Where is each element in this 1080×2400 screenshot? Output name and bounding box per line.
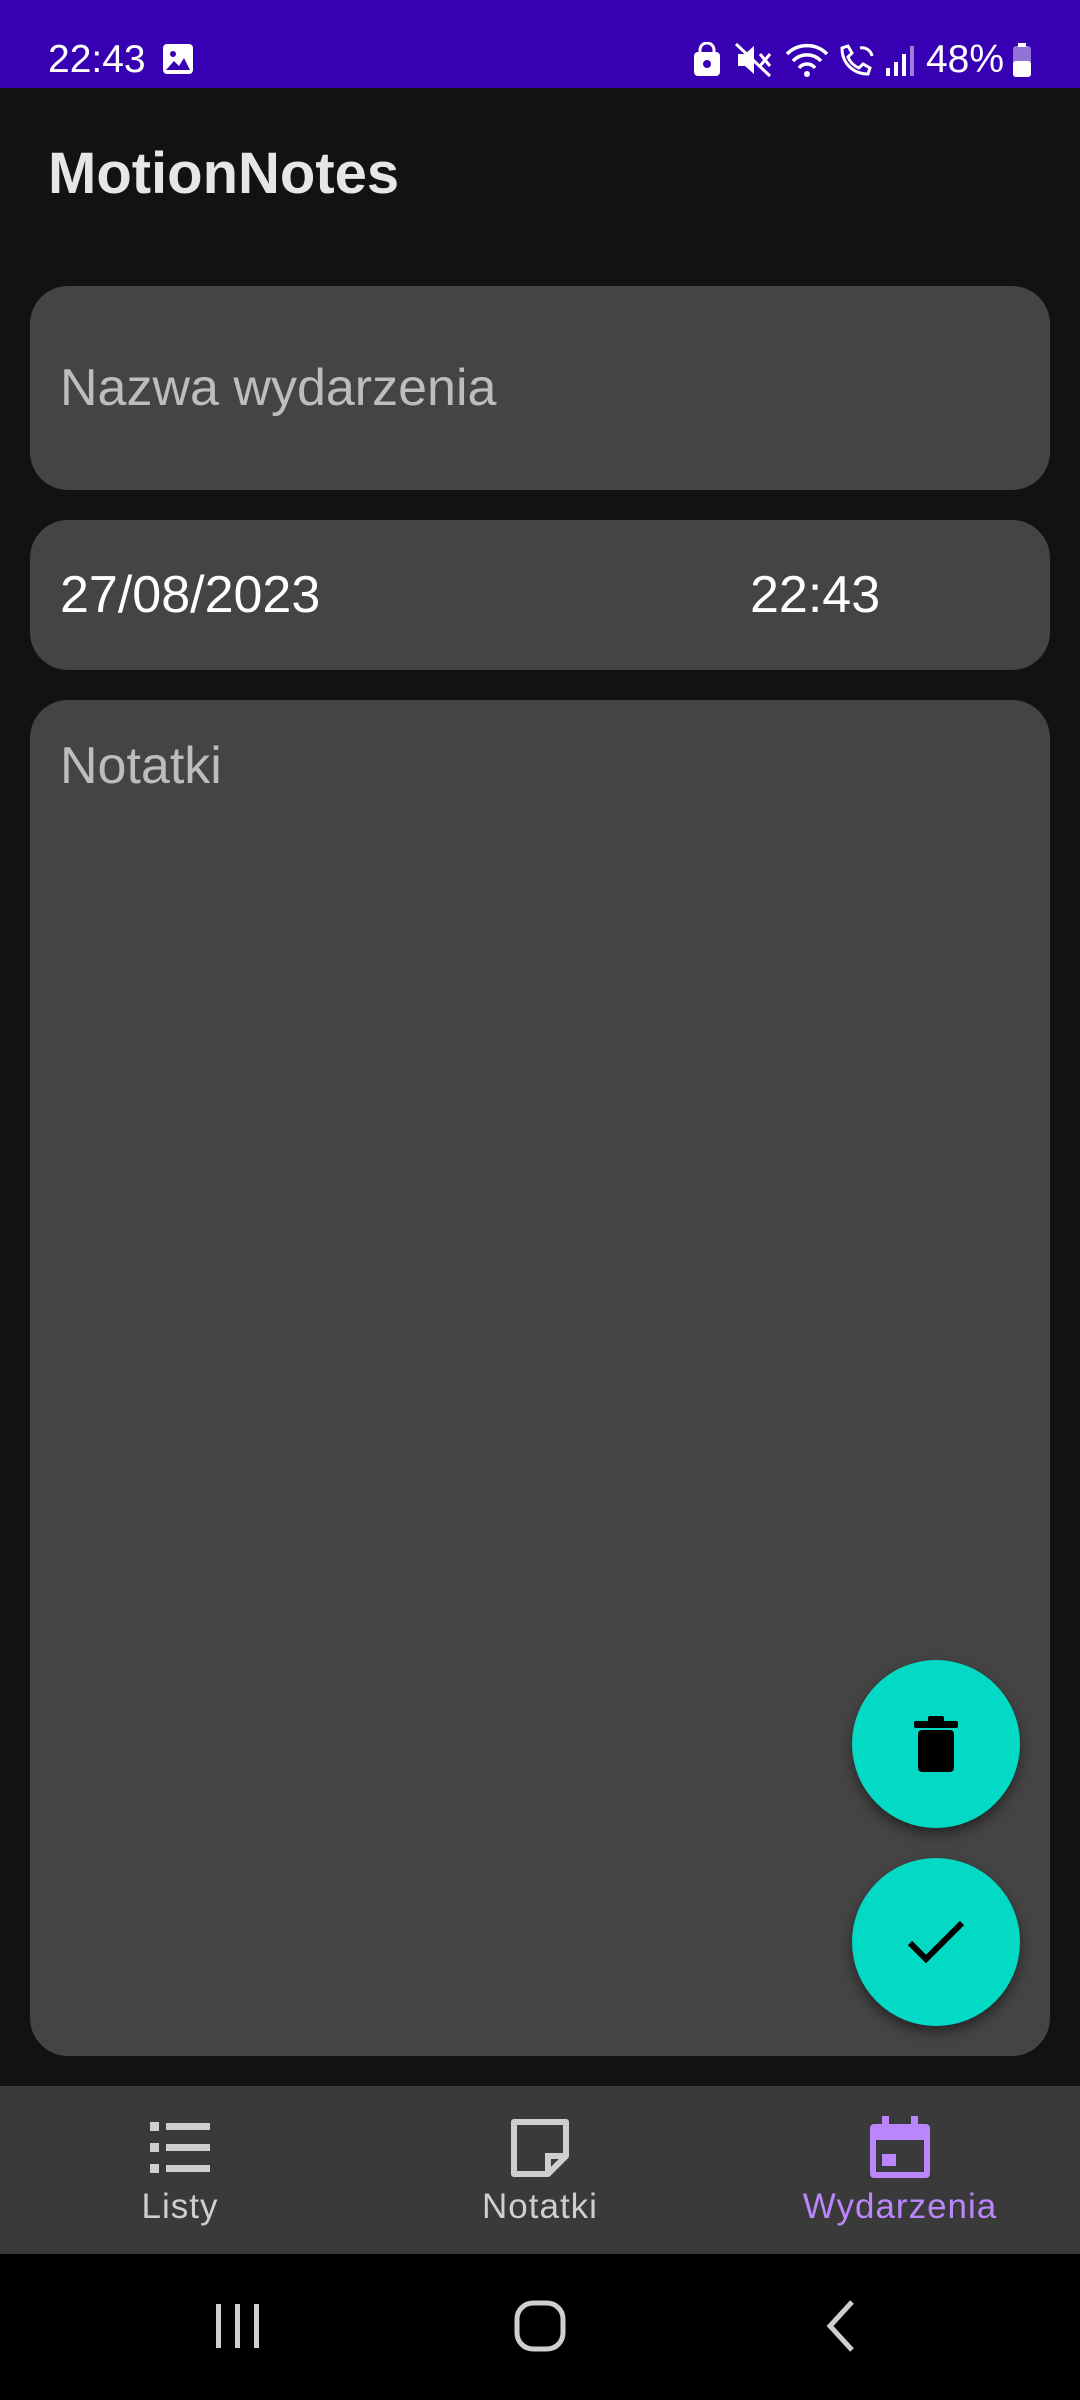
note-icon xyxy=(511,2119,569,2177)
bottom-navigation: Listy Notatki Wydarzenia xyxy=(0,2086,1080,2254)
home-icon[interactable] xyxy=(500,2294,580,2358)
nav-item-events[interactable]: Wydarzenia xyxy=(720,2086,1080,2254)
calendar-icon xyxy=(870,2116,930,2178)
event-name-field[interactable]: Nazwa wydarzenia xyxy=(30,286,1050,490)
list-icon xyxy=(150,2122,210,2173)
nav-item-lists[interactable]: Listy xyxy=(0,2086,360,2254)
lock-icon xyxy=(693,42,720,76)
system-navigation xyxy=(0,2254,1080,2400)
recents-icon[interactable] xyxy=(198,2294,278,2358)
event-name-placeholder: Nazwa wydarzenia xyxy=(60,359,497,417)
nav-label-events: Wydarzenia xyxy=(802,2187,998,2226)
nav-item-notes[interactable]: Notatki xyxy=(360,2086,720,2254)
signal-icon xyxy=(885,46,914,76)
check-icon xyxy=(907,1920,965,1964)
gallery-icon xyxy=(163,44,193,74)
time-picker[interactable]: 22:43 xyxy=(750,565,880,625)
app-title: MotionNotes xyxy=(48,141,400,206)
nav-label-notes: Notatki xyxy=(482,2187,598,2226)
battery-percent: 48% xyxy=(925,38,1004,81)
trash-icon xyxy=(914,1716,958,1772)
mute-icon xyxy=(734,42,772,78)
status-time: 22:43 xyxy=(48,38,146,81)
status-bar: 22:43 48% xyxy=(0,0,1080,88)
back-icon[interactable] xyxy=(802,2294,882,2358)
battery-icon xyxy=(1013,43,1031,77)
notes-placeholder: Notatki xyxy=(60,737,222,795)
wifi-calling-icon xyxy=(840,44,874,76)
screen: 22:43 48% MotionNotes Nazwa wydarzenia 2… xyxy=(0,0,1080,2400)
save-button[interactable] xyxy=(852,1858,1020,2026)
wifi-icon xyxy=(785,43,829,77)
nav-label-lists: Listy xyxy=(141,2187,219,2226)
delete-button[interactable] xyxy=(852,1660,1020,1828)
notes-field[interactable]: Notatki xyxy=(30,700,1050,2056)
status-icons: 48% xyxy=(692,36,1032,84)
datetime-field: 27/08/2023 22:43 xyxy=(30,520,1050,670)
date-picker[interactable]: 27/08/2023 xyxy=(60,565,320,625)
